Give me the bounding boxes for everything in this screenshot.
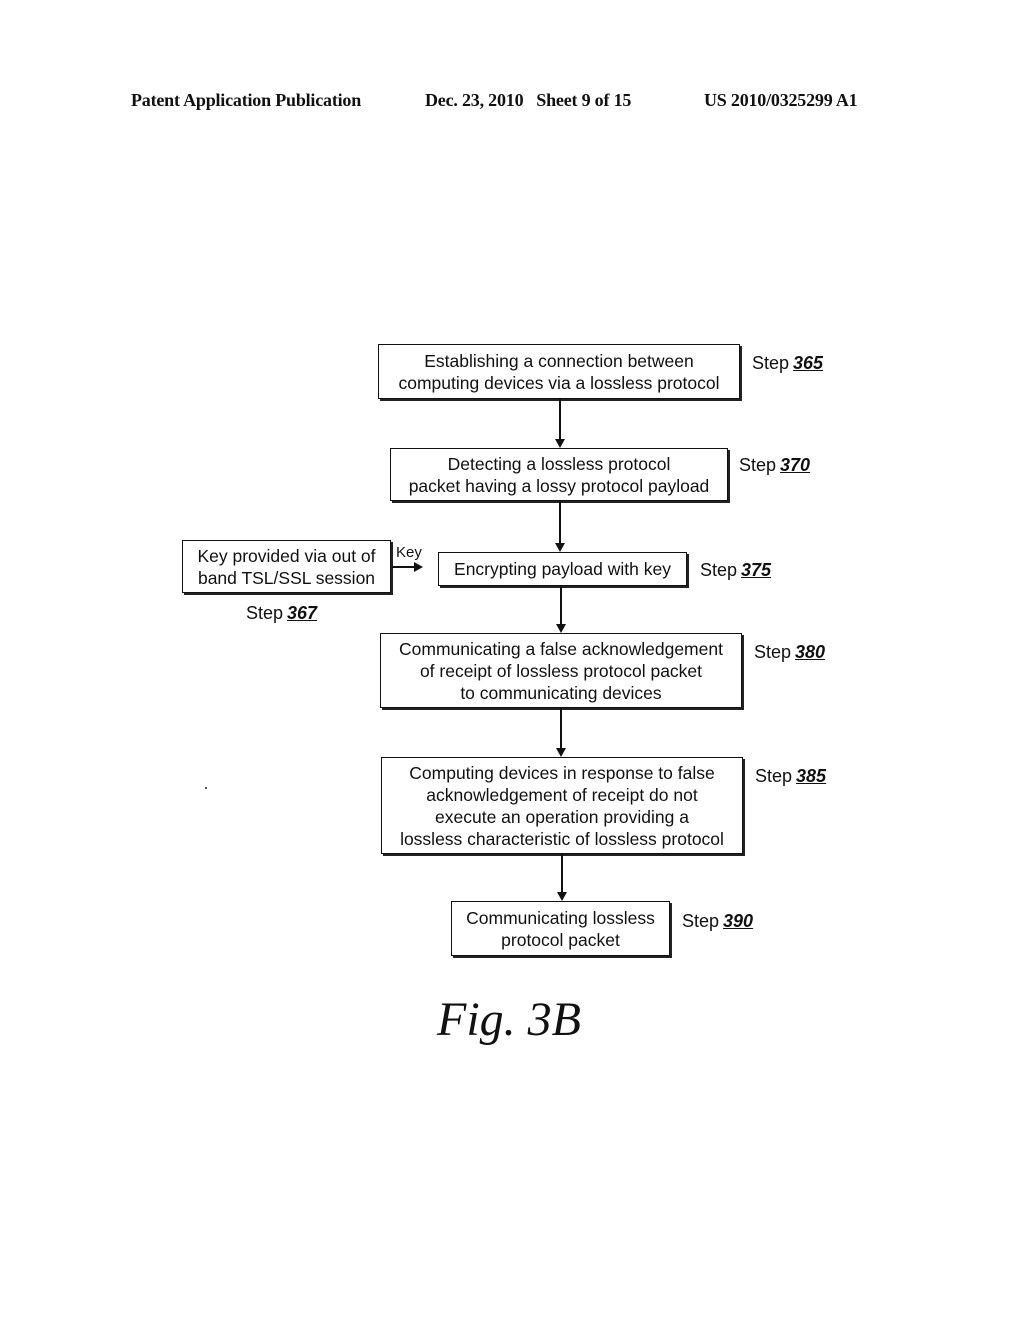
step-number: 367 bbox=[287, 603, 318, 623]
step-370-text: Detecting a lossless protocol packet hav… bbox=[408, 453, 710, 496]
step-380-text: Communicating a false acknowledgement of… bbox=[399, 638, 723, 703]
step-375-label: Step 375 bbox=[700, 560, 771, 581]
step-365-box: Establishing a connection between comput… bbox=[378, 344, 740, 399]
arrow-down-icon bbox=[557, 892, 567, 901]
step-prefix: Step bbox=[752, 353, 790, 373]
date-sheet: Dec. 23, 2010 Sheet 9 of 15 bbox=[425, 90, 632, 110]
step-number: 390 bbox=[723, 911, 754, 931]
step-prefix: Step bbox=[700, 560, 738, 580]
step-prefix: Step bbox=[682, 911, 720, 931]
arrow-right-icon bbox=[414, 562, 423, 572]
step-367-text: Key provided via out of band TSL/SSL ses… bbox=[197, 545, 376, 588]
step-375-box: Encrypting payload with key bbox=[438, 552, 687, 586]
step-prefix: Step bbox=[755, 766, 793, 786]
arrow-down-icon bbox=[555, 543, 565, 552]
step-prefix: Step bbox=[739, 455, 777, 475]
step-number: 385 bbox=[796, 766, 827, 786]
connector-line bbox=[560, 708, 562, 748]
step-385-label: Step 385 bbox=[755, 766, 826, 787]
step-365-label: Step 365 bbox=[752, 353, 823, 374]
step-385-text: Computing devices in response to false a… bbox=[400, 762, 724, 849]
connector-line bbox=[560, 586, 562, 624]
patent-number: US 2010/0325299 A1 bbox=[704, 90, 858, 110]
step-number: 375 bbox=[741, 560, 772, 580]
step-prefix: Step bbox=[246, 603, 284, 623]
connector-line bbox=[559, 399, 561, 439]
key-arrow-label: Key bbox=[396, 544, 422, 561]
connector-line bbox=[559, 501, 561, 543]
figure-label: Fig. 3B bbox=[437, 993, 581, 1046]
step-number: 370 bbox=[780, 455, 811, 475]
arrow-down-icon bbox=[556, 624, 566, 633]
connector-line bbox=[561, 854, 563, 892]
arrow-down-icon bbox=[556, 748, 566, 757]
step-370-box: Detecting a lossless protocol packet hav… bbox=[390, 448, 728, 501]
step-380-box: Communicating a false acknowledgement of… bbox=[380, 633, 742, 708]
step-number: 365 bbox=[793, 353, 824, 373]
step-385-box: Computing devices in response to false a… bbox=[381, 757, 743, 854]
step-prefix: Step bbox=[754, 642, 792, 662]
step-number: 380 bbox=[795, 642, 826, 662]
step-375-text: Encrypting payload with key bbox=[454, 559, 671, 579]
step-390-label: Step 390 bbox=[682, 911, 753, 932]
publication-title: Patent Application Publication bbox=[131, 90, 362, 110]
step-390-box: Communicating lossless protocol packet bbox=[451, 901, 670, 956]
scan-mark bbox=[205, 787, 207, 789]
step-367-box: Key provided via out of band TSL/SSL ses… bbox=[182, 540, 391, 593]
step-367-label: Step 367 bbox=[246, 603, 317, 624]
key-connector-line bbox=[392, 566, 414, 568]
step-370-label: Step 370 bbox=[739, 455, 810, 476]
step-365-text: Establishing a connection between comput… bbox=[398, 350, 720, 393]
step-380-label: Step 380 bbox=[754, 642, 825, 663]
arrow-down-icon bbox=[555, 439, 565, 448]
step-390-text: Communicating lossless protocol packet bbox=[466, 907, 655, 950]
